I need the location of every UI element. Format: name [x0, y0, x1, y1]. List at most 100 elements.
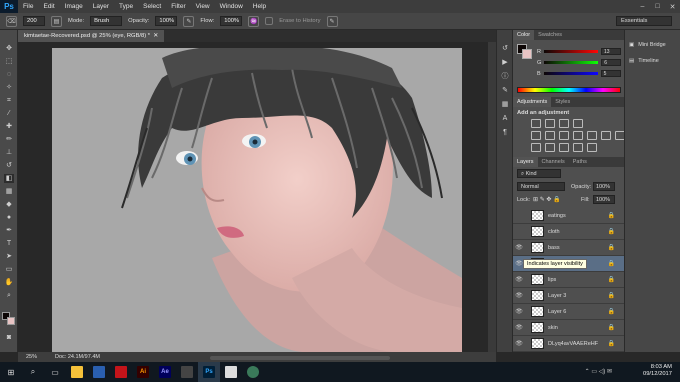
- blur-tool-icon[interactable]: ◆: [4, 200, 14, 209]
- tab-layers[interactable]: Layers: [513, 157, 538, 167]
- color-balance-icon[interactable]: [559, 131, 569, 140]
- history-brush-tool-icon[interactable]: ↺: [4, 161, 14, 170]
- curves-icon[interactable]: [559, 119, 569, 128]
- zoom-tool-icon[interactable]: ⌕: [4, 291, 14, 300]
- menu-window[interactable]: Window: [215, 3, 248, 10]
- blue-channel-slider[interactable]: [543, 72, 598, 75]
- document-tab[interactable]: kimtaetae-Recovered.psd @ 25% (eye, RGB/…: [18, 30, 165, 42]
- brightness-contrast-icon[interactable]: [531, 119, 541, 128]
- browser-icon[interactable]: [242, 362, 264, 382]
- eye-icon[interactable]: 👁: [513, 292, 525, 299]
- eyedropper-tool-icon[interactable]: ⁄: [4, 109, 14, 118]
- invert-icon[interactable]: [531, 143, 541, 152]
- opacity-input[interactable]: 100%: [155, 16, 178, 26]
- selective-color-icon[interactable]: [587, 143, 597, 152]
- exposure-icon[interactable]: [573, 119, 583, 128]
- properties-panel-icon[interactable]: ⓘ: [500, 72, 510, 81]
- posterize-icon[interactable]: [545, 143, 555, 152]
- menu-layer[interactable]: Layer: [88, 3, 114, 10]
- pressure-opacity-icon[interactable]: ✎: [183, 15, 195, 27]
- lock-icons[interactable]: ⊞ ✎ ✥ 🔒: [533, 196, 561, 203]
- healing-brush-tool-icon[interactable]: ✚: [4, 122, 14, 131]
- background-color-swatch[interactable]: [7, 317, 15, 325]
- clone-stamp-tool-icon[interactable]: ⊥: [4, 148, 14, 157]
- close-tab-icon[interactable]: ✕: [153, 33, 158, 39]
- menu-image[interactable]: Image: [60, 3, 88, 10]
- mode-select[interactable]: Brush: [90, 16, 123, 26]
- marquee-tool-icon[interactable]: ⬚: [4, 57, 14, 66]
- search-icon[interactable]: ⌕: [22, 362, 44, 382]
- blend-mode-select[interactable]: Normal: [517, 182, 565, 191]
- brush-size-picker[interactable]: 200: [23, 16, 45, 26]
- pdf-reader-icon[interactable]: [110, 362, 132, 382]
- threshold-icon[interactable]: [559, 143, 569, 152]
- lasso-tool-icon[interactable]: ◌: [4, 70, 14, 79]
- taskbar-clock[interactable]: 8:03 AM 09/12/2017: [643, 364, 672, 378]
- layer-row-reference[interactable]: 👁 DLyq4avVAAEReHF 🔒: [513, 336, 625, 352]
- eye-icon[interactable]: 👁: [513, 324, 525, 331]
- actions-panel-icon[interactable]: ▶: [500, 58, 510, 67]
- path-selection-tool-icon[interactable]: ➤: [4, 252, 14, 261]
- start-button-icon[interactable]: ⊞: [0, 362, 22, 382]
- shape-tool-icon[interactable]: ▭: [4, 265, 14, 274]
- levels-icon[interactable]: [545, 119, 555, 128]
- layer-row-skin[interactable]: 👁 skin 🔒: [513, 320, 625, 336]
- brush-panel-icon[interactable]: ✎: [500, 86, 510, 95]
- photoshop-taskbar-icon[interactable]: Ps: [198, 362, 220, 382]
- tab-channels[interactable]: Channels: [538, 157, 569, 167]
- character-panel-icon[interactable]: A: [500, 114, 510, 123]
- erase-to-history-checkbox[interactable]: [265, 17, 274, 25]
- tab-styles[interactable]: Styles: [551, 97, 574, 107]
- minimize-button[interactable]: –: [635, 0, 650, 13]
- flow-input[interactable]: 100%: [220, 16, 243, 26]
- layer-row-layer-6[interactable]: 👁 Layer 6 🔒: [513, 304, 625, 320]
- brush-tool-icon[interactable]: ✏: [4, 135, 14, 144]
- move-tool-icon[interactable]: ✥: [4, 44, 14, 53]
- history-panel-icon[interactable]: ↺: [500, 44, 510, 53]
- layer-row-eatings[interactable]: eatings 🔒: [513, 208, 625, 224]
- channel-mixer-icon[interactable]: [601, 131, 611, 140]
- canvas-horizontal-scrollbar[interactable]: [210, 356, 390, 360]
- menu-file[interactable]: File: [18, 3, 38, 10]
- gradient-tool-icon[interactable]: ▦: [4, 187, 14, 196]
- hue-saturation-icon[interactable]: [545, 131, 555, 140]
- color-spectrum-ramp[interactable]: [517, 87, 621, 93]
- workspace-select[interactable]: Essentials: [616, 16, 672, 26]
- layer-row-cloth[interactable]: cloth 🔒: [513, 224, 625, 240]
- eraser-tool-preset-icon[interactable]: ⌫: [6, 15, 17, 27]
- canvas-vertical-scrollbar[interactable]: [488, 42, 496, 352]
- paragraph-panel-icon[interactable]: ¶: [500, 128, 510, 137]
- blue-channel-value[interactable]: 5: [600, 70, 621, 77]
- layer-row-layer-3[interactable]: 👁 Layer 3 🔒: [513, 288, 625, 304]
- gradient-map-icon[interactable]: [573, 143, 583, 152]
- menu-type[interactable]: Type: [114, 3, 138, 10]
- illustrator-icon[interactable]: Ai: [132, 362, 154, 382]
- timeline-button[interactable]: ▤ Timeline: [629, 58, 659, 64]
- brush-presets-panel-icon[interactable]: ▦: [500, 100, 510, 109]
- color-panel-background-swatch[interactable]: [522, 49, 532, 59]
- menu-help[interactable]: Help: [248, 3, 271, 10]
- menu-filter[interactable]: Filter: [166, 3, 190, 10]
- green-channel-value[interactable]: 6: [601, 59, 622, 66]
- fill-input[interactable]: 100%: [593, 195, 615, 204]
- mini-bridge-button[interactable]: ▣ Mini Bridge: [629, 42, 666, 48]
- zoom-level[interactable]: 25%: [26, 354, 37, 360]
- eye-icon[interactable]: 👁: [513, 276, 525, 283]
- crop-tool-icon[interactable]: ⌗: [4, 96, 14, 105]
- menu-view[interactable]: View: [191, 3, 215, 10]
- eye-icon[interactable]: 👁: [513, 340, 525, 347]
- tab-paths[interactable]: Paths: [569, 157, 591, 167]
- layer-row-lips[interactable]: 👁 lips 🔒: [513, 272, 625, 288]
- close-button[interactable]: ✕: [665, 0, 680, 13]
- layer-row-bass[interactable]: 👁 bass 🔒: [513, 240, 625, 256]
- media-player-icon[interactable]: [88, 362, 110, 382]
- black-white-icon[interactable]: [573, 131, 583, 140]
- menu-edit[interactable]: Edit: [38, 3, 59, 10]
- vibrance-icon[interactable]: [531, 131, 541, 140]
- tab-adjustments[interactable]: Adjustments: [513, 97, 552, 107]
- type-tool-icon[interactable]: T: [4, 239, 14, 248]
- eye-icon[interactable]: 👁: [513, 308, 525, 315]
- pressure-size-icon[interactable]: ✎: [326, 15, 338, 27]
- eraser-tool-icon[interactable]: ◧: [4, 174, 14, 183]
- quick-mask-icon[interactable]: ◙: [4, 333, 14, 342]
